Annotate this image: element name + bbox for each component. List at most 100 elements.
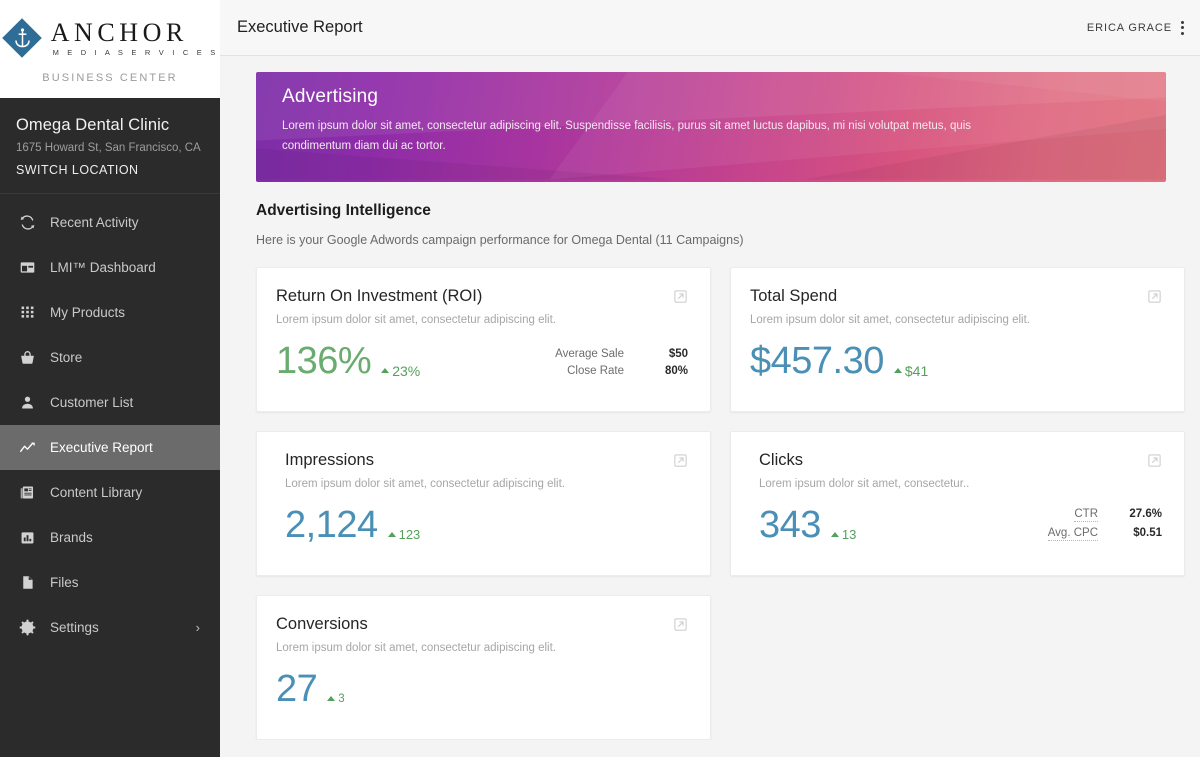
metric-row: $457.30$41 xyxy=(750,342,1162,380)
external-link-icon[interactable] xyxy=(673,617,688,637)
sidebar-item-files[interactable]: Files xyxy=(0,560,220,605)
stat-value: $0.51 xyxy=(1120,527,1162,539)
metric-delta: 3 xyxy=(327,693,344,705)
switch-location-button[interactable]: SWITCH LOCATION xyxy=(16,163,220,177)
stat-label[interactable]: CTR xyxy=(1074,508,1098,522)
brand-subname: M E D I A S E R V I C E S xyxy=(51,49,219,57)
sidebar-item-label: Store xyxy=(50,350,82,365)
metric-delta-value: 13 xyxy=(842,527,856,542)
newspaper-icon xyxy=(16,482,38,504)
main-area: Executive Report ERICA GRACE Advertising… xyxy=(220,0,1200,757)
business-center-label: BUSINESS CENTER xyxy=(0,72,220,84)
sidebar-item-lmi-dashboard[interactable]: LMI™ Dashboard xyxy=(0,245,220,290)
stat-label[interactable]: Avg. CPC xyxy=(1048,527,1098,541)
triangle-up-icon xyxy=(327,696,335,701)
card-description: Lorem ipsum dolor sit amet, consectetur … xyxy=(285,478,565,490)
stat-row: CTR 27.6% xyxy=(1048,508,1162,522)
external-link-icon[interactable] xyxy=(1147,289,1162,309)
metric-card-conversions: Conversions Lorem ipsum dolor sit amet, c… xyxy=(256,595,711,740)
sidebar-item-label: Content Library xyxy=(50,485,142,500)
metric-value: 136% xyxy=(276,342,371,380)
content: Advertising Lorem ipsum dolor sit amet, … xyxy=(220,56,1200,740)
external-link-icon[interactable] xyxy=(673,289,688,309)
card-description: Lorem ipsum dolor sit amet, consectetur.… xyxy=(759,478,969,490)
metric-card-total-spend: Total Spend Lorem ipsum dolor sit amet, c… xyxy=(730,267,1185,412)
external-link-icon[interactable] xyxy=(1147,453,1162,473)
brand-wordmark: ANCHOR M E D I A S E R V I C E S xyxy=(51,20,219,57)
banner-body-text: Lorem ipsum dolor sit amet, consectetur … xyxy=(282,116,1022,156)
metric-row: 343 13 CTR 27.6% Avg. CPC $0.51 xyxy=(759,506,1162,544)
person-icon xyxy=(16,392,38,414)
metric-delta-value: $41 xyxy=(905,363,928,379)
metric-primary: 136% 23% xyxy=(276,342,420,380)
banner-heading: Advertising xyxy=(282,86,1142,108)
location-block: Omega Dental Clinic 1675 Howard St, San … xyxy=(0,98,220,194)
sidebar-item-my-products[interactable]: My Products xyxy=(0,290,220,335)
sidebar-item-label: My Products xyxy=(50,305,125,320)
card-title: Impressions xyxy=(285,451,565,470)
stat-label: Close Rate xyxy=(567,365,624,377)
metric-primary: 343 13 xyxy=(759,506,856,544)
sidebar-item-recent-activity[interactable]: Recent Activity xyxy=(0,200,220,245)
section-title: Advertising Intelligence xyxy=(256,202,1166,220)
sidebar-item-executive-report[interactable]: Executive Report xyxy=(0,425,220,470)
sidebar-item-label: Brands xyxy=(50,530,93,545)
sidebar-item-store[interactable]: Store xyxy=(0,335,220,380)
triangle-up-icon xyxy=(381,368,389,373)
card-title: Total Spend xyxy=(750,287,1030,306)
triangle-up-icon xyxy=(894,368,902,373)
anchor-diamond-icon xyxy=(2,18,42,58)
stat-label: Average Sale xyxy=(555,348,624,360)
user-name: ERICA GRACE xyxy=(1087,22,1172,34)
metric-value: 343 xyxy=(759,506,821,544)
stat-value: 80% xyxy=(646,365,688,377)
section-subtitle: Here is your Google Adwords campaign per… xyxy=(256,233,1166,247)
card-description: Lorem ipsum dolor sit amet, consectetur … xyxy=(276,314,556,326)
trendline-icon xyxy=(16,437,38,459)
stat-value: $50 xyxy=(646,348,688,360)
metric-value: 2,124 xyxy=(285,506,378,544)
stat-row: Close Rate 80% xyxy=(555,365,688,377)
advertising-banner: Advertising Lorem ipsum dolor sit amet, … xyxy=(256,72,1166,182)
stat-value: 27.6% xyxy=(1120,508,1162,520)
stat-row: Avg. CPC $0.51 xyxy=(1048,527,1162,541)
dashboard-icon xyxy=(16,257,38,279)
sidebar-item-label: Recent Activity xyxy=(50,215,139,230)
location-name: Omega Dental Clinic xyxy=(16,116,220,135)
gear-icon xyxy=(16,617,38,639)
triangle-up-icon xyxy=(388,532,396,537)
brand-name: ANCHOR xyxy=(51,20,219,46)
metric-primary: $457.30$41 xyxy=(750,342,928,380)
sidebar-item-content-library[interactable]: Content Library xyxy=(0,470,220,515)
file-icon xyxy=(16,572,38,594)
card-description: Lorem ipsum dolor sit amet, consectetur … xyxy=(750,314,1030,326)
logo: ANCHOR M E D I A S E R V I C E S xyxy=(0,14,220,58)
card-side-stats: Average Sale $50 Close Rate 80% xyxy=(555,348,688,377)
sidebar-item-settings[interactable]: Settings› xyxy=(0,605,220,650)
metric-primary: 273 xyxy=(276,670,345,708)
sidebar-item-brands[interactable]: Brands xyxy=(0,515,220,560)
metric-card-grid: Return On Investment (ROI)Lorem ipsum do… xyxy=(256,267,1166,740)
metric-delta-value: 123 xyxy=(399,527,421,542)
card-header: Impressions Lorem ipsum dolor sit amet, c… xyxy=(285,451,688,490)
metric-delta-value: 23% xyxy=(392,363,420,379)
card-header: Conversions Lorem ipsum dolor sit amet, c… xyxy=(276,615,688,654)
card-title: Conversions xyxy=(276,615,556,634)
user-menu[interactable]: ERICA GRACE xyxy=(1087,21,1184,35)
card-description: Lorem ipsum dolor sit amet, consectetur … xyxy=(276,642,556,654)
metric-primary: 2,124 123 xyxy=(285,506,420,544)
sidebar-item-label: LMI™ Dashboard xyxy=(50,260,156,275)
sidebar-item-customer-list[interactable]: Customer List xyxy=(0,380,220,425)
kebab-menu-icon[interactable] xyxy=(1181,21,1184,35)
sidebar-item-label: Customer List xyxy=(50,395,133,410)
card-header: Total Spend Lorem ipsum dolor sit amet, c… xyxy=(750,287,1162,326)
location-address: 1675 Howard St, San Francisco, CA xyxy=(16,142,220,154)
sidebar-item-label: Executive Report xyxy=(50,440,153,455)
external-link-icon[interactable] xyxy=(673,453,688,473)
metric-card-clicks: ClicksLorem ipsum dolor sit amet, consec… xyxy=(730,431,1185,576)
metric-delta-value: 3 xyxy=(338,693,344,705)
metric-row: 273 xyxy=(276,670,688,708)
sidebar: ANCHOR M E D I A S E R V I C E S BUSINES… xyxy=(0,0,220,757)
basket-icon xyxy=(16,347,38,369)
chevron-right-icon[interactable]: › xyxy=(196,620,200,635)
